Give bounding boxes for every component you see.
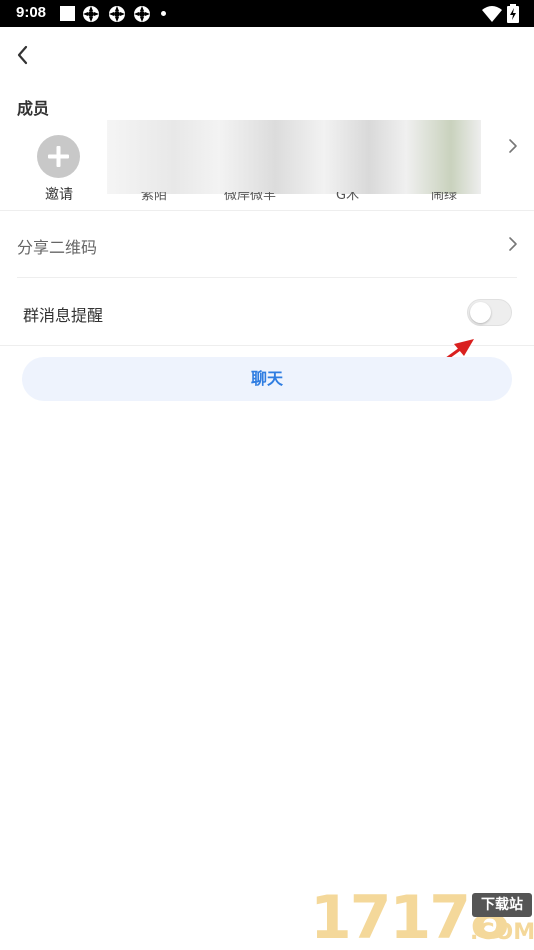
notification-app-icon	[134, 6, 150, 22]
member-name: 紫陌	[141, 192, 168, 201]
share-qr-label: 分享二维码	[17, 238, 98, 257]
back-arrow-icon[interactable]	[10, 41, 38, 69]
share-qr-row[interactable]: 分享二维码	[0, 211, 534, 277]
battery-charging-icon	[507, 4, 519, 23]
member-name: 微岸微羊	[224, 192, 277, 201]
watermark-badge: 下载站	[472, 893, 532, 917]
group-msg-reminder-toggle[interactable]	[467, 299, 512, 326]
member-name: 闹绿	[431, 192, 458, 201]
invite-label: 邀请	[45, 187, 73, 200]
toggle-knob	[470, 302, 491, 323]
status-time: 9:08	[16, 4, 47, 21]
notification-square-icon	[60, 6, 75, 21]
members-section-title: 成员	[17, 99, 50, 118]
plus-icon	[48, 146, 69, 167]
group-msg-reminder-label: 群消息提醒	[23, 306, 104, 325]
divider	[17, 277, 517, 278]
watermark-com: .COM	[470, 920, 534, 945]
wifi-icon	[482, 6, 502, 22]
status-bar: 9:08	[0, 0, 534, 27]
notification-app-icon	[109, 6, 125, 22]
chevron-right-icon	[509, 237, 517, 251]
more-notifications-dot	[161, 11, 166, 16]
member-name: G木	[336, 192, 360, 201]
invite-button[interactable]	[37, 135, 80, 178]
chat-button[interactable]: 聊天	[22, 357, 512, 401]
members-more-chevron-icon[interactable]	[506, 137, 520, 155]
members-avatar-list[interactable]	[107, 120, 481, 194]
notification-app-icon	[83, 6, 99, 22]
